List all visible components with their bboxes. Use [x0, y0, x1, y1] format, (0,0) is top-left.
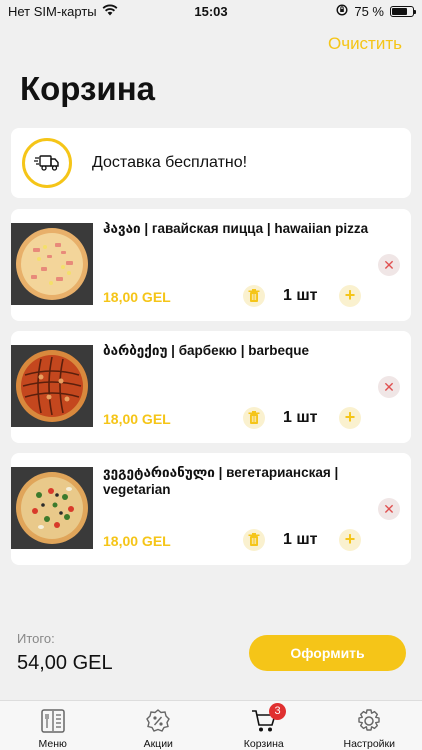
battery-percent: 75 %	[354, 3, 384, 19]
trash-icon[interactable]	[243, 285, 265, 307]
remove-item-close-icon[interactable]: ✕	[378, 498, 400, 520]
tab-promotions-label: Акции	[143, 738, 173, 750]
total-label: Итого:	[17, 631, 55, 646]
pizza-image	[11, 345, 93, 427]
item-quantity: 1 шт	[283, 287, 318, 304]
item-name: ვეგეტარიანული | вегетарианская | vegetar…	[103, 465, 339, 497]
remove-item-close-icon[interactable]: ✕	[378, 254, 400, 276]
tab-settings[interactable]: Настройки	[317, 701, 422, 750]
cart-item: ჰავაი | гавайская пицца | hawaiian pizza…	[11, 209, 411, 321]
wifi-icon	[102, 4, 118, 19]
trash-icon[interactable]	[243, 529, 265, 551]
plus-icon[interactable]: +	[339, 407, 361, 429]
delivery-info-card: Доставка бесплатно!	[11, 128, 411, 198]
orientation-lock-icon	[336, 3, 348, 19]
total-value: 54,00 GEL	[17, 652, 113, 674]
cart-count-badge: 3	[269, 703, 286, 720]
checkout-button[interactable]: Оформить	[249, 635, 406, 671]
tab-menu[interactable]: Меню	[0, 701, 106, 750]
remove-item-close-icon[interactable]: ✕	[378, 376, 400, 398]
pizza-image	[11, 223, 93, 305]
status-bar: Нет SIM-карты 15:03 75 %	[0, 0, 422, 22]
cart-item: ვეგეტარიანული | вегетарианская | vegetar…	[11, 453, 411, 565]
plus-icon[interactable]: +	[339, 285, 361, 307]
menu-book-icon	[38, 707, 68, 735]
tab-cart[interactable]: 3 Корзина	[211, 701, 317, 750]
delivery-text: Доставка бесплатно!	[92, 154, 248, 171]
tab-cart-label: Корзина	[243, 738, 284, 750]
item-name: ჰავაი | гавайская пицца | hawaiian pizza	[103, 221, 369, 236]
tab-settings-label: Настройки	[343, 738, 396, 750]
item-price: 18,00 GEL	[103, 533, 171, 549]
page-title: Корзина	[20, 70, 155, 107]
carrier-label: Нет SIM-карты	[8, 3, 97, 19]
item-quantity: 1 шт	[283, 409, 318, 426]
pizza-image	[11, 467, 93, 549]
tab-menu-label: Меню	[38, 738, 67, 750]
trash-icon[interactable]	[243, 407, 265, 429]
tab-promotions[interactable]: Акции	[106, 701, 212, 750]
item-name: ბარბექიუ | барбекю | barbeque	[103, 343, 309, 358]
battery-icon	[390, 5, 416, 17]
tab-bar: Меню Акции 3 Корзина Настройки	[0, 700, 422, 750]
cart-item: ბარბექიუ | барбекю | barbeque 18,00 GEL …	[11, 331, 411, 443]
item-price: 18,00 GEL	[103, 289, 171, 305]
item-quantity: 1 шт	[283, 531, 318, 548]
truck-icon	[22, 138, 72, 188]
settings-gear-icon	[354, 707, 384, 735]
clear-cart-button[interactable]: Очистить	[328, 34, 402, 54]
item-price: 18,00 GEL	[103, 411, 171, 427]
plus-icon[interactable]: +	[339, 529, 361, 551]
discount-badge-icon	[143, 707, 173, 735]
